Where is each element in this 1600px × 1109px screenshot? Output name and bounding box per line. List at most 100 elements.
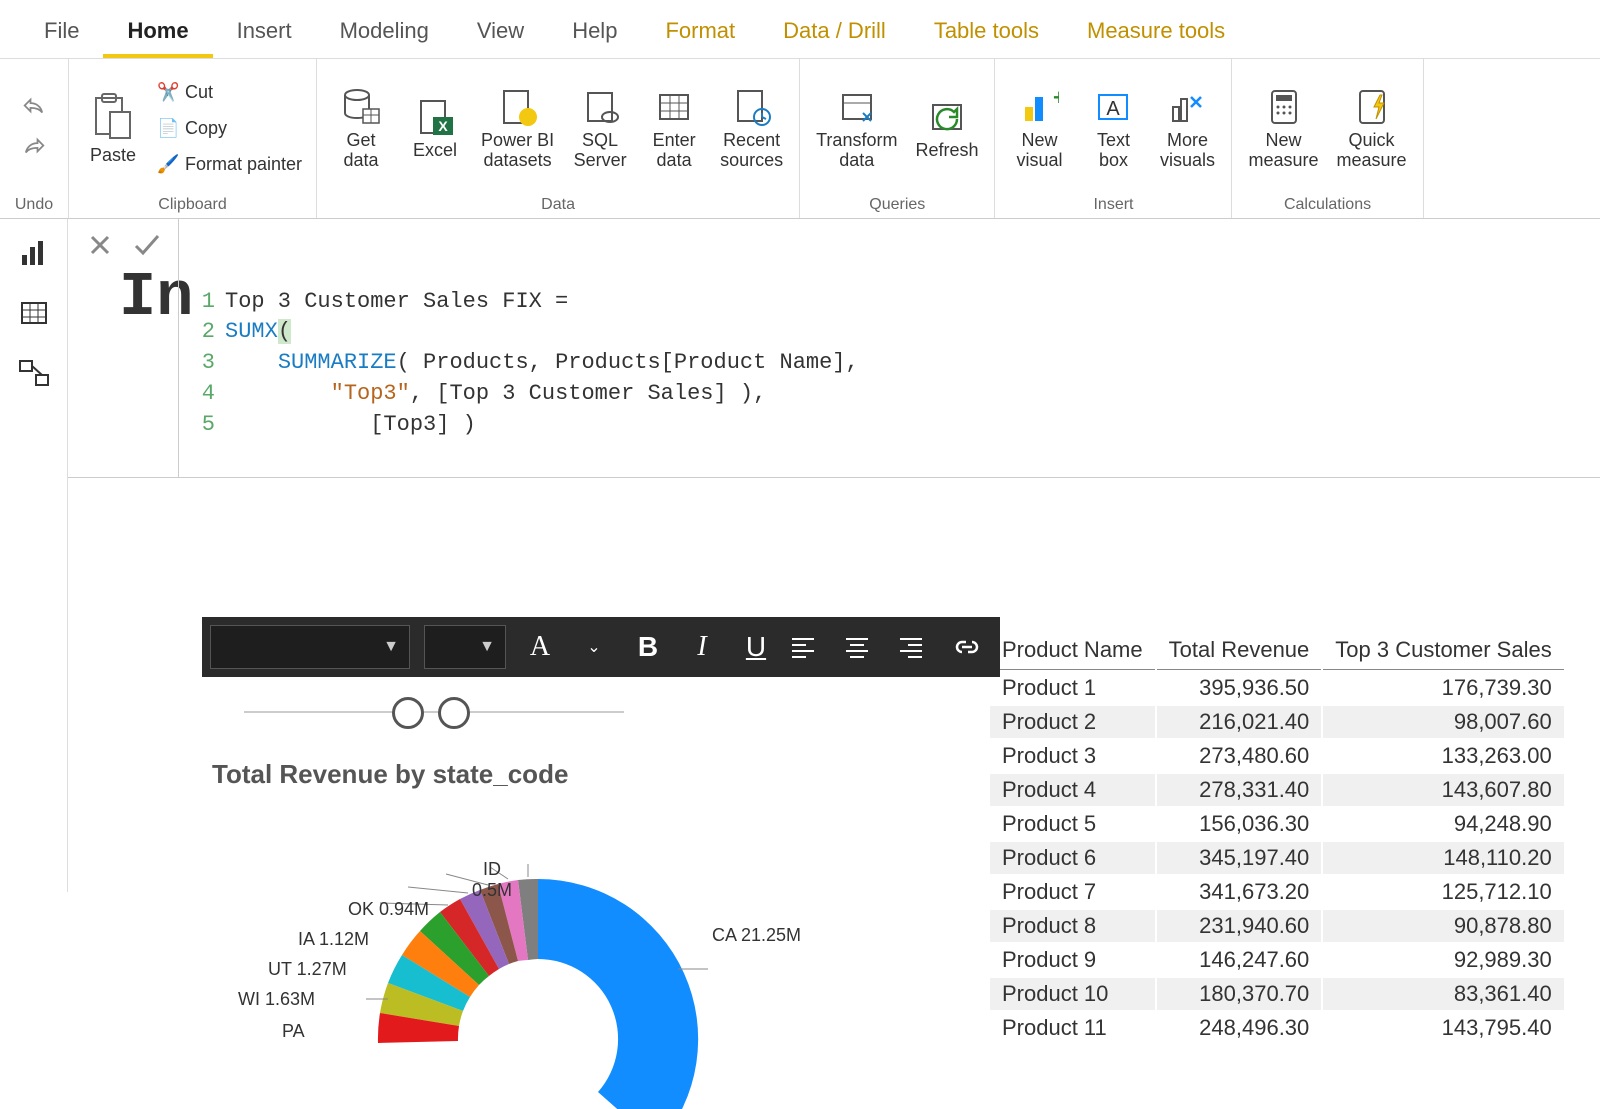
transform-icon <box>837 87 877 127</box>
formula-bar: In 1Top 3 Customer Sales FIX = 2SUMX( 3 … <box>68 219 1600 478</box>
table-row[interactable]: Product 5156,036.3094,248.90 <box>990 808 1564 840</box>
table-row[interactable]: Product 1395,936.50176,739.30 <box>990 672 1564 704</box>
text-format-toolbar: ▼ ▼ A ⌄ B I U <box>202 617 1000 677</box>
date-slicer[interactable] <box>244 695 624 729</box>
more-visuals-button[interactable]: More visuals <box>1155 83 1219 175</box>
bold-button[interactable]: B <box>628 631 668 663</box>
view-rail <box>0 219 68 892</box>
tab-help[interactable]: Help <box>548 8 641 58</box>
enter-data-button[interactable]: Enter data <box>642 83 706 175</box>
slice-label-ia: IA 1.12M <box>298 929 369 950</box>
tab-table-tools[interactable]: Table tools <box>910 8 1063 58</box>
group-queries-label: Queries <box>869 194 925 216</box>
formula-commit-button[interactable] <box>132 231 160 465</box>
ribbon-tabs: File Home Insert Modeling View Help Form… <box>0 0 1600 59</box>
table-row[interactable]: Product 11248,496.30143,795.40 <box>990 1012 1564 1044</box>
tab-home[interactable]: Home <box>103 8 212 58</box>
product-table[interactable]: Product Name Total Revenue Top 3 Custome… <box>988 629 1566 1046</box>
font-color-chevron-icon[interactable]: ⌄ <box>574 637 614 657</box>
scissors-icon: ✂️ <box>157 82 179 104</box>
tab-data-drill[interactable]: Data / Drill <box>759 8 910 58</box>
undo-button[interactable] <box>20 95 48 123</box>
tab-measure-tools[interactable]: Measure tools <box>1063 8 1249 58</box>
formula-cancel-button[interactable] <box>86 231 114 465</box>
table-row[interactable]: Product 8231,940.6090,878.80 <box>990 910 1564 942</box>
svg-text:A: A <box>1107 98 1121 120</box>
redo-button[interactable] <box>20 135 48 163</box>
quick-measure-button[interactable]: Quick measure <box>1333 83 1411 175</box>
model-view-button[interactable] <box>18 357 50 389</box>
table-row[interactable]: Product 7341,673.20125,712.10 <box>990 876 1564 908</box>
more-visuals-icon <box>1167 87 1207 127</box>
align-left-button[interactable] <box>790 634 830 660</box>
tab-view[interactable]: View <box>453 8 548 58</box>
table-row[interactable]: Product 9146,247.6092,989.30 <box>990 944 1564 976</box>
col-product[interactable]: Product Name <box>990 631 1155 670</box>
calculator-icon <box>1264 87 1304 127</box>
table-row[interactable]: Product 3273,480.60133,263.00 <box>990 740 1564 772</box>
chart-title: Total Revenue by state_code <box>212 759 568 790</box>
link-button[interactable] <box>952 634 992 660</box>
tab-format[interactable]: Format <box>641 8 759 58</box>
textbox-icon: A <box>1093 87 1133 127</box>
table-row[interactable]: Product 4278,331.40143,607.80 <box>990 774 1564 806</box>
formula-editor[interactable]: In 1Top 3 Customer Sales FIX = 2SUMX( 3 … <box>179 219 1600 477</box>
new-measure-button[interactable]: New measure <box>1244 83 1322 175</box>
refresh-icon <box>927 97 967 137</box>
chart-icon: + <box>1019 87 1059 127</box>
recent-sources-button[interactable]: Recent sources <box>716 83 787 175</box>
slice-label-id: ID 0.5M <box>472 859 512 901</box>
get-data-button[interactable]: Get data <box>329 83 393 175</box>
svg-text:+: + <box>1053 87 1059 110</box>
ribbon: Undo Paste ✂️Cut 📄Copy 🖌️Format painter … <box>0 59 1600 219</box>
brush-icon: 🖌️ <box>157 154 179 176</box>
group-data-label: Data <box>541 194 575 216</box>
group-calc-label: Calculations <box>1284 194 1371 216</box>
new-visual-button[interactable]: +New visual <box>1007 83 1071 175</box>
slice-label-pa: PA <box>282 1021 305 1042</box>
text-box-button[interactable]: AText box <box>1081 83 1145 175</box>
svg-text:X: X <box>438 118 448 134</box>
recent-icon <box>732 87 772 127</box>
slice-label-wi: WI 1.63M <box>238 989 315 1010</box>
tab-file[interactable]: File <box>20 8 103 58</box>
data-view-button[interactable] <box>18 297 50 329</box>
quick-icon <box>1352 87 1392 127</box>
group-insert-label: Insert <box>1093 194 1133 216</box>
table-row[interactable]: Product 10180,370.7083,361.40 <box>990 978 1564 1010</box>
table-row[interactable]: Product 2216,021.4098,007.60 <box>990 706 1564 738</box>
slice-label-ut: UT 1.27M <box>268 959 347 980</box>
excel-icon: X <box>415 97 455 137</box>
copy-button[interactable]: 📄Copy <box>155 116 304 142</box>
sql-server-button[interactable]: SQL Server <box>568 83 632 175</box>
sql-icon <box>580 87 620 127</box>
align-center-button[interactable] <box>844 634 884 660</box>
align-right-button[interactable] <box>898 634 938 660</box>
cut-button[interactable]: ✂️Cut <box>155 80 304 106</box>
transform-data-button[interactable]: Transform data <box>812 83 901 175</box>
table-icon <box>654 87 694 127</box>
paste-button[interactable]: Paste <box>81 88 145 170</box>
col-top3[interactable]: Top 3 Customer Sales <box>1323 631 1563 670</box>
slice-label-ok: OK 0.94M <box>348 899 429 920</box>
italic-button[interactable]: I <box>682 631 722 663</box>
group-clipboard-label: Clipboard <box>158 194 226 216</box>
format-painter-button[interactable]: 🖌️Format painter <box>155 152 304 178</box>
tab-modeling[interactable]: Modeling <box>316 8 453 58</box>
database-icon <box>341 87 381 127</box>
table-row[interactable]: Product 6345,197.40148,110.20 <box>990 842 1564 874</box>
font-family-dropdown[interactable]: ▼ <box>210 625 410 669</box>
col-revenue[interactable]: Total Revenue <box>1157 631 1322 670</box>
refresh-button[interactable]: Refresh <box>911 93 982 165</box>
font-color-button[interactable]: A <box>520 631 560 663</box>
underline-button[interactable]: U <box>736 631 776 663</box>
font-size-dropdown[interactable]: ▼ <box>424 625 506 669</box>
slice-label-ca: CA 21.25M <box>712 925 801 946</box>
copy-icon: 📄 <box>157 118 179 140</box>
pbi-datasets-button[interactable]: Power BI datasets <box>477 83 558 175</box>
donut-chart[interactable]: CA 21.25M ID 0.5M OK 0.94M IA 1.12M UT 1… <box>218 809 858 1109</box>
report-view-button[interactable] <box>18 237 50 269</box>
tab-insert[interactable]: Insert <box>213 8 316 58</box>
pbi-icon <box>498 87 538 127</box>
excel-button[interactable]: XExcel <box>403 93 467 165</box>
